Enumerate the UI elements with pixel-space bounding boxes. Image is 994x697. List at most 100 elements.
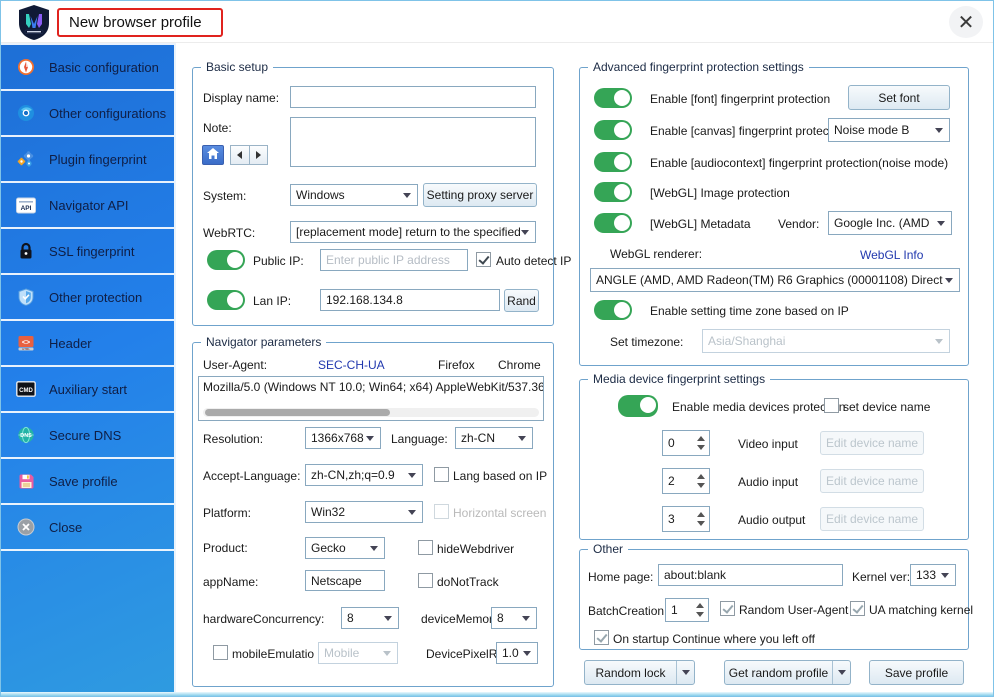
home-button[interactable] [202,145,224,165]
language-dropdown[interactable]: zh-CN [455,427,533,449]
sidebar-item-secure-dns[interactable]: DNS Secure DNS [1,413,174,459]
get-random-profile-dropdown-arrow[interactable] [832,661,850,684]
get-random-profile-button[interactable]: Get random profile [724,660,851,685]
chevron-down-icon [937,220,945,226]
chevron-down-icon [408,509,416,515]
platform-dropdown[interactable]: Win32 [305,501,423,523]
webrtc-dropdown[interactable]: [replacement mode] return to the specifi… [290,221,536,243]
vendor-label: Vendor: [778,217,820,231]
font-protection-toggle[interactable] [594,88,632,108]
spinner-arrows-icon[interactable] [692,599,708,621]
sidebar-item-other-configurations[interactable]: Other configurations [1,91,174,137]
shield-icon [16,287,36,307]
sidebar-item-navigator-api[interactable]: API Navigator API [1,183,174,229]
do-not-track-checkbox[interactable] [418,573,433,588]
random-lock-button[interactable]: Random lock [584,660,695,685]
language-label: Language: [391,432,448,446]
home-page-input[interactable] [658,564,843,586]
ua-matching-kernel-checkbox[interactable] [850,601,865,616]
set-device-name-label: set device name [843,400,931,414]
timezone-by-ip-label: Enable setting time zone based on IP [650,304,849,318]
spinner-arrows-icon[interactable] [693,431,709,455]
appname-input[interactable] [305,570,385,591]
lan-ip-label: Lan IP: [253,294,292,308]
app-logo-shield-icon [17,4,51,41]
resolution-dropdown[interactable]: 1366x768 [305,427,381,449]
audio-input-spinner[interactable]: 2 [662,468,710,494]
lang-based-on-ip-checkbox[interactable] [434,467,449,482]
on-startup-continue-label: On startup Continue where you left off [613,632,815,646]
sidebar-item-label: Secure DNS [49,427,122,443]
webgl-renderer-dropdown[interactable]: ANGLE (AMD, AMD Radeon(TM) R6 Graphics (… [590,268,960,292]
firefox-link[interactable]: Firefox [438,358,475,372]
hardware-concurrency-dropdown[interactable]: 8 [341,607,399,629]
webgl-metadata-label: [WebGL] Metadata [650,217,751,231]
timezone-by-ip-toggle[interactable] [594,300,632,320]
webgl-metadata-toggle[interactable] [594,213,632,233]
sidebar-item-save-profile[interactable]: Save profile [1,459,174,505]
sidebar-item-header[interactable]: <> HTML Header [1,321,174,367]
lang-based-on-ip-label: Lang based on IP [453,469,548,483]
public-ip-input[interactable] [320,249,468,271]
media-device-title: Media device fingerprint settings [588,372,771,386]
hide-webdriver-checkbox[interactable] [418,540,433,555]
rand-button[interactable]: Rand [504,289,539,312]
sidebar-item-basic-configuration[interactable]: Basic configuration [1,45,174,91]
window-title: New browser profile [69,14,202,31]
media-protection-toggle[interactable] [618,395,658,417]
chevron-down-icon [941,572,949,578]
close-window-button[interactable]: ✕ [949,6,983,38]
webgl-renderer-label: WebGL renderer: [610,247,703,261]
setting-proxy-server-button[interactable]: Setting proxy server [423,183,537,207]
spinner-arrows-icon[interactable] [693,469,709,493]
batch-creation-spinner[interactable]: 1 [665,598,709,622]
accept-language-dropdown[interactable]: zh-CN,zh;q=0.9 [305,464,423,486]
window-title-highlight-box: New browser profile [57,8,223,37]
navigator-parameters-title: Navigator parameters [201,335,327,349]
sidebar-item-close[interactable]: Close [1,505,174,551]
sidebar-item-plugin-fingerprint[interactable]: Plugin fingerprint [1,137,174,183]
auto-detect-ip-checkbox[interactable] [476,252,491,267]
sidebar-item-ssl-fingerprint[interactable]: SSL fingerprint [1,229,174,275]
audiocontext-protection-toggle[interactable] [594,152,632,172]
set-device-name-checkbox[interactable] [824,398,839,413]
lock-icon [16,241,36,261]
webgl-info-link[interactable]: WebGL Info [860,248,923,262]
sidebar-item-auxiliary-start[interactable]: CMD Auxiliary start [1,367,174,413]
random-user-agent-checkbox[interactable] [720,601,735,616]
random-lock-dropdown-arrow[interactable] [676,661,694,684]
mobile-emulation-checkbox[interactable] [213,645,228,660]
device-pixel-ratio-dropdown[interactable]: 1.0 [496,642,538,664]
chrome-link[interactable]: Chrome [498,358,541,372]
lan-ip-toggle[interactable] [207,290,245,310]
on-startup-continue-checkbox[interactable] [594,630,609,645]
audio-output-spinner[interactable]: 3 [662,506,710,532]
canvas-protection-toggle[interactable] [594,120,632,140]
product-dropdown[interactable]: Gecko [305,537,385,559]
display-name-input[interactable] [290,86,536,108]
accept-language-label: Accept-Language: [203,469,301,483]
sec-ch-ua-link[interactable]: SEC-CH-UA [318,358,385,372]
sidebar: Basic configuration Other configurations [1,43,176,696]
video-input-spinner[interactable]: 0 [662,430,710,456]
webgl-image-toggle[interactable] [594,182,632,202]
titlebar: New browser profile ✕ [1,1,993,43]
kernel-ver-dropdown[interactable]: 133 [910,564,956,586]
vendor-dropdown[interactable]: Google Inc. (AMD [828,211,952,235]
public-ip-toggle[interactable] [207,250,245,270]
arrow-right-button[interactable] [249,145,268,165]
system-dropdown[interactable]: Windows [290,184,418,206]
user-agent-textarea[interactable]: Mozilla/5.0 (Windows NT 10.0; Win64; x64… [198,376,544,421]
horizontal-scrollbar[interactable] [203,408,539,417]
sidebar-item-other-protection[interactable]: Other protection [1,275,174,321]
note-input[interactable] [290,117,536,167]
save-profile-button[interactable]: Save profile [869,660,964,685]
arrow-left-button[interactable] [230,145,250,165]
device-memory-dropdown[interactable]: 8 [491,607,537,629]
svg-text:<>: <> [22,339,30,346]
set-font-button[interactable]: Set font [848,85,950,110]
lan-ip-input[interactable] [320,289,500,311]
scrollbar-thumb[interactable] [205,409,390,416]
spinner-arrows-icon[interactable] [693,507,709,531]
canvas-noise-mode-dropdown[interactable]: Noise mode B [828,118,950,142]
